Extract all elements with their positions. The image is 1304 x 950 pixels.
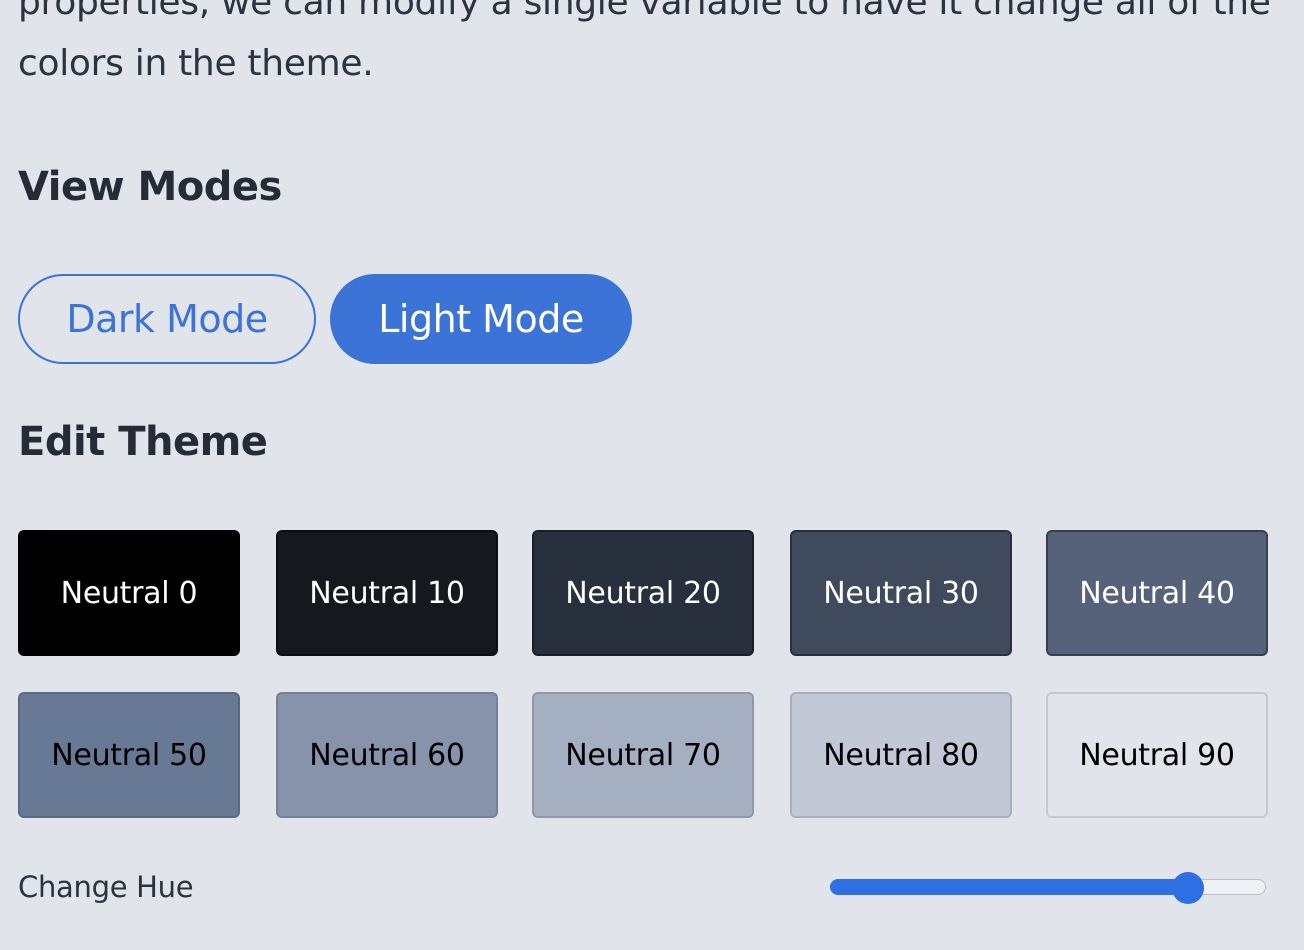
- hue-slider-thumb[interactable]: [1172, 872, 1204, 904]
- dark-mode-button[interactable]: Dark Mode: [18, 274, 316, 364]
- swatch-neutral-70[interactable]: Neutral 70: [532, 692, 754, 818]
- swatch-neutral-50[interactable]: Neutral 50: [18, 692, 240, 818]
- hue-control: Change Hue: [18, 866, 1268, 910]
- edit-theme-heading: Edit Theme: [18, 419, 268, 465]
- hue-slider-fill: [830, 879, 1188, 895]
- light-mode-button[interactable]: Light Mode: [330, 274, 632, 364]
- view-modes-heading: View Modes: [18, 164, 282, 210]
- swatch-neutral-90[interactable]: Neutral 90: [1046, 692, 1268, 818]
- hue-slider[interactable]: [830, 872, 1266, 904]
- swatch-neutral-20[interactable]: Neutral 20: [532, 530, 754, 656]
- page: properties, we can modify a single varia…: [0, 0, 1304, 950]
- swatch-neutral-0[interactable]: Neutral 0: [18, 530, 240, 656]
- swatch-neutral-10[interactable]: Neutral 10: [276, 530, 498, 656]
- swatch-neutral-30[interactable]: Neutral 30: [790, 530, 1012, 656]
- change-hue-label: Change Hue: [18, 870, 194, 904]
- swatch-neutral-40[interactable]: Neutral 40: [1046, 530, 1268, 656]
- intro-paragraph: properties, we can modify a single varia…: [18, 0, 1271, 84]
- swatch-neutral-80[interactable]: Neutral 80: [790, 692, 1012, 818]
- swatch-neutral-60[interactable]: Neutral 60: [276, 692, 498, 818]
